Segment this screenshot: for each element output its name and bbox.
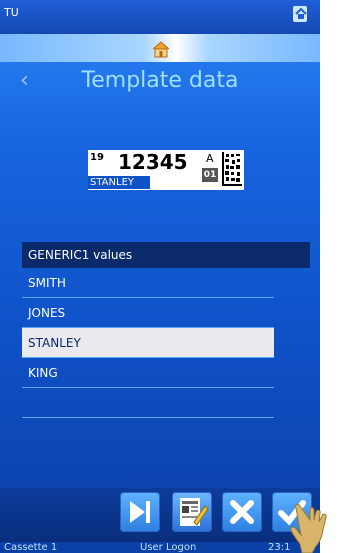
status-bar: TU: [0, 0, 320, 34]
wifi-icon: [290, 2, 312, 24]
app-screen: TU ‹ Template data 19 12345 A 01 STANLEY: [0, 0, 320, 553]
toolbar: [0, 488, 320, 542]
edit-template-icon: [180, 498, 209, 526]
user-logon-link[interactable]: User Logon: [140, 542, 196, 553]
label-code-box: 01: [202, 168, 218, 182]
label-name: STANLEY: [88, 176, 150, 189]
list-item-selected[interactable]: STANLEY: [22, 328, 274, 358]
home-icon[interactable]: [152, 40, 170, 58]
label-main-number: 12345: [118, 150, 188, 174]
next-button[interactable]: [120, 492, 160, 532]
clock: 23:1: [268, 542, 291, 553]
values-header: GENERIC1 values: [22, 242, 310, 268]
edit-template-button[interactable]: [172, 492, 212, 532]
close-icon: [230, 500, 254, 524]
hand-pointer-icon: [290, 504, 327, 553]
label-preview: 19 12345 A 01 STANLEY: [88, 150, 244, 190]
data-matrix-icon: [222, 152, 242, 186]
page-title: Template data: [81, 68, 239, 93]
bottom-status-bar: Cassette 1 User Logon 23:1: [0, 542, 320, 553]
cassette-label: Cassette 1: [4, 542, 58, 553]
list-item[interactable]: KING: [22, 358, 274, 388]
list-item[interactable]: SMITH: [22, 268, 274, 298]
skip-next-icon: [130, 501, 150, 523]
values-list: SMITH JONES STANLEY KING: [22, 268, 274, 418]
list-item-empty[interactable]: [22, 388, 274, 418]
label-letter: A: [206, 152, 214, 165]
cancel-button[interactable]: [222, 492, 262, 532]
app-label: TU: [4, 6, 19, 19]
list-item[interactable]: JONES: [22, 298, 274, 328]
label-superscript: 19: [90, 152, 104, 163]
home-strip: [0, 34, 320, 62]
